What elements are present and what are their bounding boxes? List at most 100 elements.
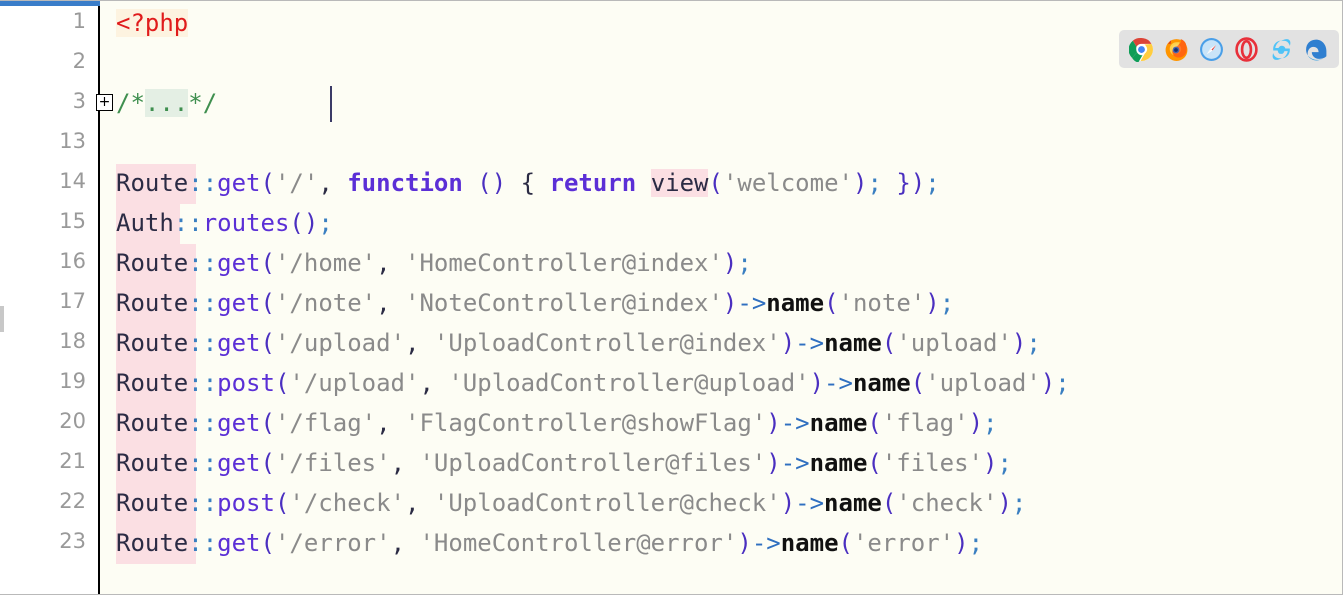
safari-icon[interactable] xyxy=(1199,37,1224,62)
left-scroll-thumb[interactable] xyxy=(0,306,4,332)
comma: , xyxy=(376,249,406,277)
paren: ( xyxy=(274,489,290,517)
edge-icon[interactable]: e xyxy=(1304,37,1329,62)
fold-expand-marker[interactable]: + xyxy=(96,94,113,111)
string-token: 'UploadController@upload' xyxy=(448,369,810,397)
keyword-return: return xyxy=(549,169,637,197)
string-token: 'error' xyxy=(852,529,955,557)
scope-operator: :: xyxy=(188,489,218,517)
line-number: 3 xyxy=(72,89,86,113)
comma: , xyxy=(376,409,406,437)
code-line-1[interactable]: <?php xyxy=(116,3,189,43)
code-line-16[interactable]: Route::get('/home', 'HomeController@inde… xyxy=(116,243,752,283)
class-token: Route xyxy=(116,449,189,477)
method-token: get xyxy=(217,169,261,197)
line-number: 22 xyxy=(59,489,86,513)
ie-icon[interactable]: e xyxy=(1269,37,1294,62)
active-editor-accent xyxy=(0,1,100,6)
paren: ( xyxy=(708,169,723,197)
scope-operator: :: xyxy=(188,449,218,477)
comma: , xyxy=(405,489,434,517)
paren: ( xyxy=(260,289,275,317)
paren: ) xyxy=(997,489,1012,517)
code-line-15[interactable]: Auth::routes(); xyxy=(116,203,333,243)
string-token: '/error' xyxy=(274,529,391,557)
object-operator: -> xyxy=(824,369,853,397)
line-number: 18 xyxy=(59,329,86,353)
paren: ) xyxy=(1040,369,1056,397)
class-token: Route xyxy=(116,369,189,397)
class-token: Auth xyxy=(116,209,174,237)
scope-operator: :: xyxy=(188,369,218,397)
class-token: Route xyxy=(116,529,189,557)
brace: { xyxy=(520,169,550,197)
string-token: 'UploadController@check' xyxy=(433,489,781,517)
name-function-token: name xyxy=(824,329,882,357)
string-token: 'upload' xyxy=(925,369,1041,397)
code-line-20[interactable]: Route::get('/flag', 'FlagController@show… xyxy=(116,403,997,443)
method-token: post xyxy=(217,369,275,397)
name-function-token: name xyxy=(824,489,882,517)
code-line-19[interactable]: Route::post('/upload', 'UploadController… xyxy=(116,363,1070,403)
code-line-22[interactable]: Route::post('/check', 'UploadController@… xyxy=(116,483,1026,523)
text-caret xyxy=(330,86,332,122)
paren: ( xyxy=(260,249,275,277)
comma: , xyxy=(390,449,420,477)
paren: ) xyxy=(983,449,998,477)
paren: ( xyxy=(260,449,275,477)
string-token: '/upload' xyxy=(289,369,420,397)
paren: ( xyxy=(824,289,839,317)
code-line-21[interactable]: Route::get('/files', 'UploadController@f… xyxy=(116,443,1012,483)
left-scroll-track[interactable] xyxy=(0,1,4,594)
code-editor[interactable]: 1 2 3 13 14 15 16 17 18 19 20 21 22 23 +… xyxy=(0,0,1343,595)
object-operator: -> xyxy=(737,289,767,317)
paren: ( xyxy=(274,369,290,397)
paren: ( xyxy=(260,409,275,437)
method-token: get xyxy=(217,329,261,357)
code-surface[interactable]: <?php /*...*/ Route::get('/', function (… xyxy=(102,1,1342,594)
paren: ( xyxy=(838,529,853,557)
semicolon: ; xyxy=(983,409,998,437)
paren: () xyxy=(289,209,319,237)
scope-operator: :: xyxy=(188,529,218,557)
object-operator: -> xyxy=(795,329,825,357)
semicolon: ; xyxy=(1011,489,1027,517)
code-line-3[interactable]: /*...*/ xyxy=(116,83,217,123)
svg-text:e: e xyxy=(1277,42,1285,58)
class-token: Route xyxy=(116,329,189,357)
opera-icon[interactable] xyxy=(1234,36,1259,62)
string-token: 'UploadController@files' xyxy=(419,449,767,477)
string-token: 'FlagController@showFlag' xyxy=(405,409,767,437)
paren: ) xyxy=(925,289,940,317)
string-token: '/upload' xyxy=(274,329,406,357)
code-line-18[interactable]: Route::get('/upload', 'UploadController@… xyxy=(116,323,1041,363)
string-token: 'HomeController@index' xyxy=(405,249,723,277)
string-token: 'welcome' xyxy=(722,169,853,197)
string-token: '/check' xyxy=(289,489,405,517)
line-number: 21 xyxy=(59,449,86,473)
code-line-23[interactable]: Route::get('/error', 'HomeController@err… xyxy=(116,523,983,563)
name-function-token: name xyxy=(766,289,825,317)
name-function-token: name xyxy=(780,529,839,557)
scope-operator: :: xyxy=(188,409,218,437)
string-token: 'upload' xyxy=(896,329,1012,357)
name-function-token: name xyxy=(809,409,868,437)
scope-operator: :: xyxy=(188,329,218,357)
line-number: 2 xyxy=(72,49,86,73)
code-line-14[interactable]: Route::get('/', function () { return vie… xyxy=(116,163,940,203)
class-token: Route xyxy=(116,409,189,437)
paren: ) xyxy=(766,449,781,477)
folded-region-placeholder[interactable]: ... xyxy=(144,89,189,117)
paren: ( xyxy=(867,409,882,437)
paren: () xyxy=(462,169,521,197)
line-number: 17 xyxy=(59,289,86,313)
semicolon: ; xyxy=(1055,369,1070,397)
paren: ) xyxy=(780,329,796,357)
paren: ) xyxy=(722,249,738,277)
line-number: 19 xyxy=(59,369,86,393)
firefox-icon[interactable] xyxy=(1164,37,1189,62)
string-token: '/' xyxy=(274,169,319,197)
code-line-17[interactable]: Route::get('/note', 'NoteController@inde… xyxy=(116,283,954,323)
chrome-icon[interactable] xyxy=(1129,37,1154,62)
comma: , xyxy=(405,329,434,357)
